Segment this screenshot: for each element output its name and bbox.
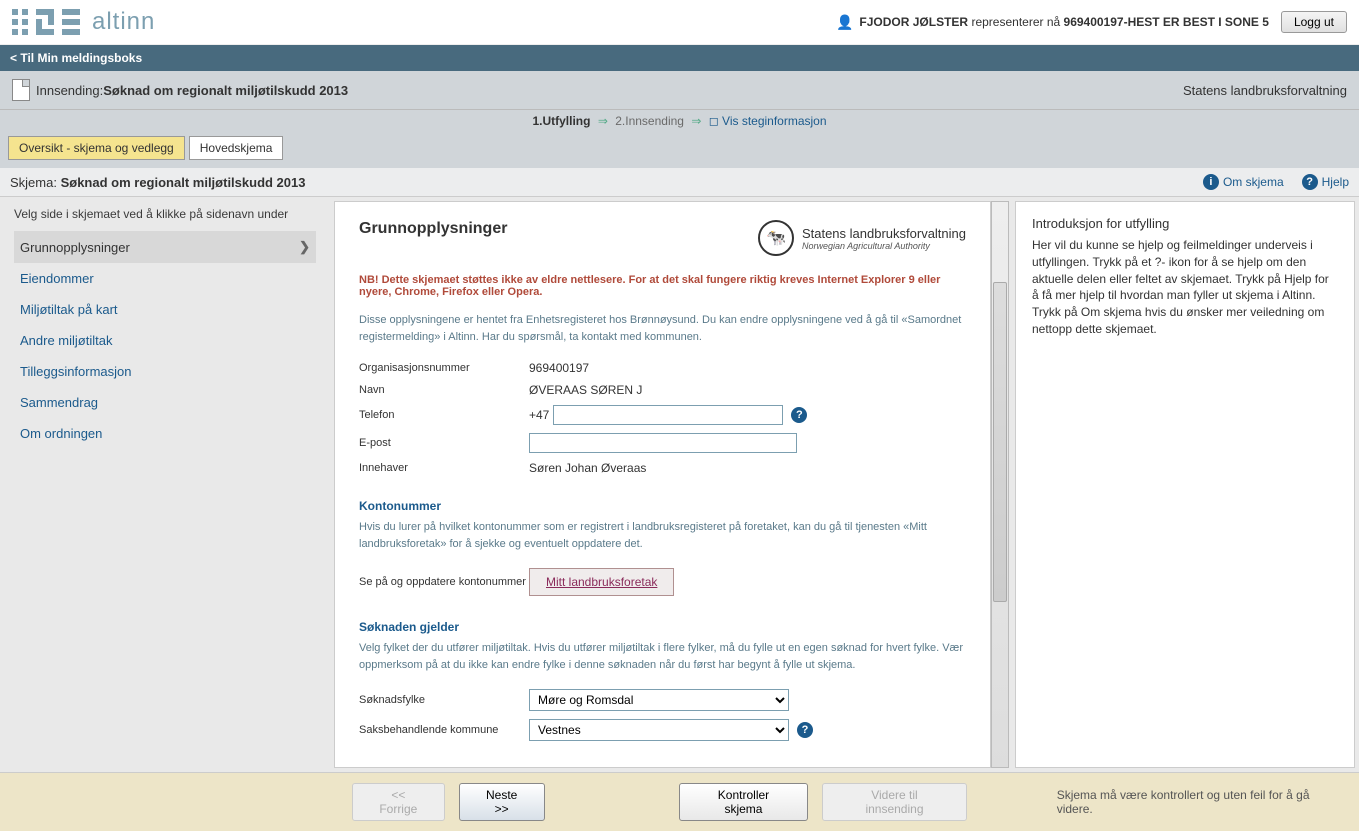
user-middle: representerer nå (971, 15, 1060, 29)
chevron-right-icon: ❯ (299, 239, 310, 255)
info-icon: i (1203, 174, 1219, 190)
phone-help-icon[interactable]: ? (791, 407, 807, 423)
nav-andre-miljotiltak[interactable]: Andre miljøtiltak (14, 325, 316, 356)
logo-icon (12, 9, 84, 35)
back-to-inbox-link[interactable]: < Til Min meldingsboks (0, 45, 1359, 71)
kommune-help-icon[interactable]: ? (797, 722, 813, 738)
prev-button: << Forrige (352, 783, 445, 821)
nav-label: Grunnopplysninger (20, 240, 130, 255)
form-content: Grunnopplysninger 🐄 Statens landbruksfor… (334, 201, 991, 768)
user-icon: 👤 (836, 14, 853, 31)
main-content: Velg side i skjemaet ved å klikke på sid… (0, 197, 1359, 772)
logo[interactable]: altinn (12, 8, 155, 36)
nav-sammendrag[interactable]: Sammendrag (14, 387, 316, 418)
next-button[interactable]: Neste >> (459, 783, 545, 821)
steps-bar: 1.Utfylling ⇒ 2.Innsending ⇒ ◻ Vis stegi… (0, 110, 1359, 136)
help-label: Hjelp (1322, 175, 1349, 189)
submission-label: Innsending:Søknad om regionalt miljøtils… (36, 83, 348, 98)
about-schema-link[interactable]: i Om skjema (1203, 174, 1284, 190)
fylke-select[interactable]: Møre og Romsdal (529, 689, 789, 711)
submission-bar: Innsending:Søknad om regionalt miljøtils… (0, 71, 1359, 110)
info-text: Disse opplysningene er hentet fra Enhets… (359, 312, 966, 345)
footer-hint: Skjema må være kontrollert og uten feil … (1057, 788, 1347, 816)
soknad-section-title: Søknaden gjelder (359, 620, 966, 634)
agency-subtitle: Norwegian Agricultural Authority (802, 241, 966, 251)
sidebar-hint: Velg side i skjemaet ved å klikke på sid… (14, 207, 316, 221)
name-value: ØVERAAS SØREN J (529, 383, 642, 397)
help-panel-text: Her vil du kunne se hjelp og feilmelding… (1032, 237, 1338, 338)
browser-warning: NB! Dette skjemaet støttes ikke av eldre… (359, 274, 966, 298)
section-title: Grunnopplysninger (359, 220, 507, 238)
name-label: Navn (359, 384, 529, 396)
help-icon: ? (1302, 174, 1318, 190)
help-link[interactable]: ? Hjelp (1302, 174, 1349, 190)
kommune-label: Saksbehandlende kommune (359, 723, 529, 737)
agency-seal-icon: 🐄 (758, 220, 794, 256)
fylke-label: Søknadsfylke (359, 694, 529, 706)
tab-overview[interactable]: Oversikt - skjema og vedlegg (8, 136, 185, 160)
schema-label: Skjema: (10, 175, 57, 190)
tabs-row: Oversikt - skjema og vedlegg Hovedskjema (0, 136, 1359, 168)
step-info-link[interactable]: Vis steginformasjon (722, 114, 827, 128)
phone-label: Telefon (359, 409, 529, 421)
content-wrap: Grunnopplysninger 🐄 Statens landbruksfor… (330, 197, 1359, 772)
step-2: 2.Innsending (615, 114, 684, 128)
nav-om-ordningen[interactable]: Om ordningen (14, 418, 316, 449)
submission-title: Søknad om regionalt miljøtilskudd 2013 (103, 83, 348, 98)
kommune-select[interactable]: Vestnes (529, 719, 789, 741)
email-label: E-post (359, 437, 529, 449)
arrow-icon: ⇒ (691, 114, 701, 128)
help-panel-title: Introduksjon for utfylling (1032, 216, 1338, 231)
nav-eiendommer[interactable]: Eiendommer (14, 263, 316, 294)
submission-prefix: Innsending: (36, 83, 103, 98)
app-header: altinn 👤 FJODOR JØLSTER representerer nå… (0, 0, 1359, 45)
user-info: 👤 FJODOR JØLSTER representerer nå 969400… (836, 11, 1347, 33)
arrow-icon: ⇒ (598, 114, 608, 128)
user-org: 969400197-HEST ER BEST I SONE 5 (1064, 15, 1269, 29)
agency-name: Statens landbruksforvaltning (802, 226, 966, 241)
mitt-landbruksforetak-link[interactable]: Mitt landbruksforetak (529, 568, 674, 596)
email-input[interactable] (529, 433, 797, 453)
nav-grunnopplysninger[interactable]: Grunnopplysninger ❯ (14, 231, 316, 263)
scrollbar[interactable] (991, 201, 1009, 768)
logo-text: altinn (92, 8, 155, 36)
user-name: FJODOR JØLSTER (859, 15, 968, 29)
schema-title: Skjema: Søknad om regionalt miljøtilskud… (10, 175, 305, 190)
phone-prefix: +47 (529, 408, 549, 422)
logout-button[interactable]: Logg ut (1281, 11, 1347, 33)
document-icon (12, 79, 30, 101)
about-schema-label: Om skjema (1223, 175, 1284, 189)
konto-section-title: Kontonummer (359, 499, 966, 513)
phone-input[interactable] (553, 405, 783, 425)
submission-agency: Statens landbruksforvaltning (1183, 83, 1347, 98)
org-number-value: 969400197 (529, 361, 589, 375)
footer: << Forrige Neste >> Kontroller skjema Vi… (0, 772, 1359, 831)
owner-value: Søren Johan Øveraas (529, 461, 646, 475)
scroll-thumb[interactable] (993, 282, 1007, 602)
help-panel: Introduksjon for utfylling Her vil du ku… (1015, 201, 1355, 768)
schema-name: Søknad om regionalt miljøtilskudd 2013 (61, 175, 306, 190)
soknad-info: Velg fylket der du utfører miljøtiltak. … (359, 640, 966, 673)
sidebar: Velg side i skjemaet ved å klikke på sid… (0, 197, 330, 772)
schema-row: Skjema: Søknad om regionalt miljøtilskud… (0, 168, 1359, 197)
konto-info: Hvis du lurer på hvilket kontonummer som… (359, 519, 966, 552)
tab-main-form[interactable]: Hovedskjema (189, 136, 284, 160)
submit-button: Videre til innsending (822, 783, 966, 821)
nav-miljotiltak-kart[interactable]: Miljøtiltak på kart (14, 294, 316, 325)
owner-label: Innehaver (359, 462, 529, 474)
konto-label: Se på og oppdatere kontonummer (359, 575, 529, 589)
org-number-label: Organisasjonsnummer (359, 362, 529, 374)
nav-tilleggsinformasjon[interactable]: Tilleggsinformasjon (14, 356, 316, 387)
step-1: 1.Utfylling (532, 114, 590, 128)
check-schema-button[interactable]: Kontroller skjema (679, 783, 809, 821)
agency-logo: 🐄 Statens landbruksforvaltning Norwegian… (758, 220, 966, 256)
